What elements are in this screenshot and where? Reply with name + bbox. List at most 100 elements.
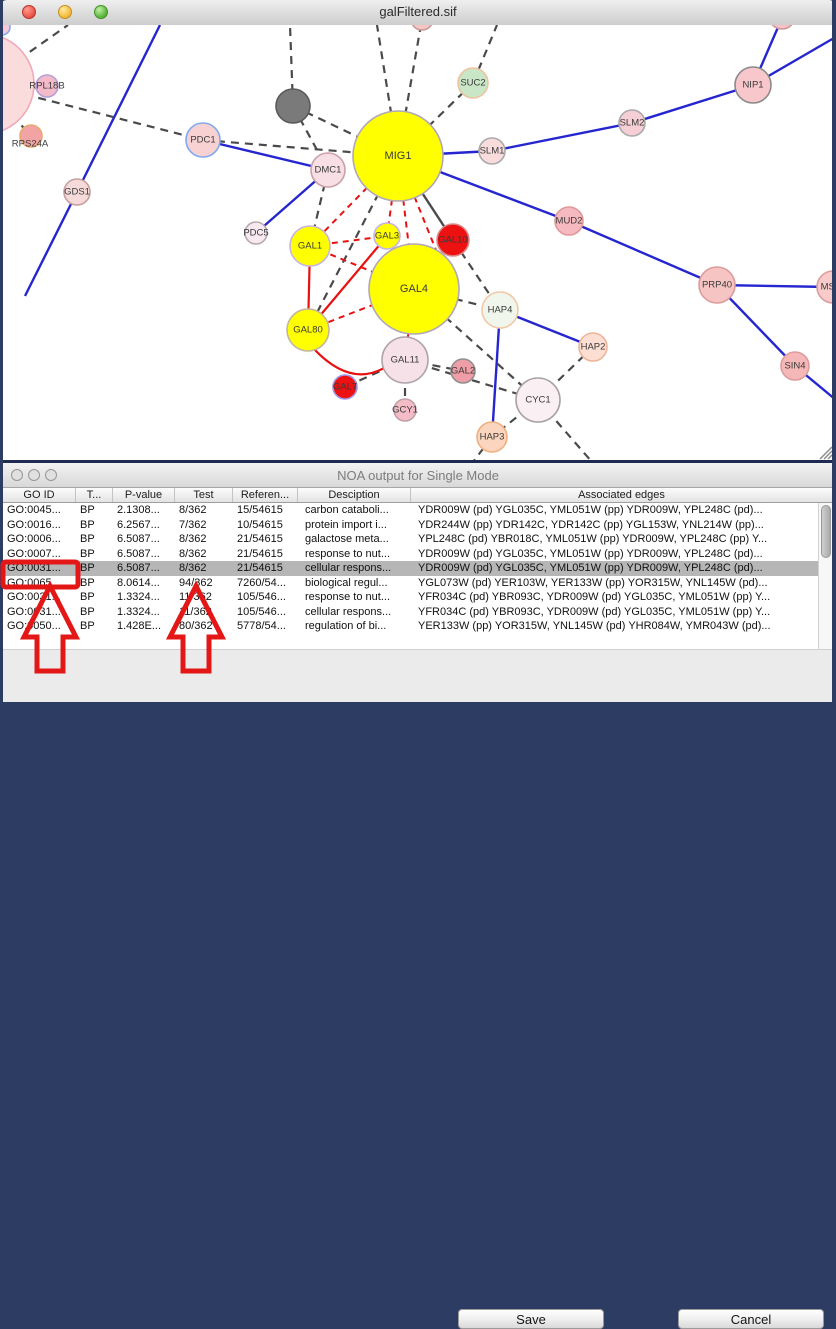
vertical-scrollbar[interactable]	[818, 503, 832, 649]
cell-test: 8/362	[175, 532, 233, 547]
resize-grip-line	[824, 451, 832, 459]
cancel-button[interactable]: Cancel	[678, 1309, 824, 1329]
cell-go_id: GO:0045...	[3, 503, 76, 518]
table-row[interactable]: GO:0031...BP1.3324...11/362105/546...res…	[3, 590, 818, 605]
cell-associated_edges: YFR034C (pd) YBR093C, YDR009W (pd) YGL03…	[411, 590, 818, 605]
cell-associated_edges: YDR244W (pp) YDR142C, YDR142C (pp) YGL15…	[411, 518, 818, 533]
network-graph: RPL18BRPS24AGDS1PDC1DMC1SUC2MIG1SLM1SLM2…	[0, 25, 836, 460]
node-gray-node[interactable]	[276, 89, 310, 123]
node-label-GDS1: GDS1	[64, 187, 90, 198]
scrollbar-thumb[interactable]	[821, 505, 831, 558]
node-label-PDC1: PDC1	[190, 135, 215, 146]
cell-associated_edges: YER133W (pp) YOR315W, YNL145W (pd) YHR08…	[411, 619, 818, 634]
save-button[interactable]: Save	[458, 1309, 604, 1329]
edge-blue	[492, 123, 632, 151]
node-label-GAL7: GAL7	[333, 382, 357, 393]
column-header-associated_edges[interactable]: Associated edges	[411, 488, 832, 502]
column-header-p_value[interactable]: P-value	[113, 488, 175, 502]
cell-description: regulation of bi...	[298, 619, 411, 634]
node-label-HAP4: HAP4	[488, 305, 513, 316]
cell-description: carbon cataboli...	[298, 503, 411, 518]
cell-go_id: GO:0006...	[3, 532, 76, 547]
cell-go_id: GO:0050...	[3, 619, 76, 634]
edge-blue	[25, 192, 77, 296]
cell-description: biological regul...	[298, 576, 411, 591]
node-label-SIN4: SIN4	[784, 361, 805, 372]
cell-associated_edges: YPL248C (pd) YBR018C, YML051W (pp) YDR00…	[411, 532, 818, 547]
table-row[interactable]: GO:0031...BP1.3324...11/362105/546...cel…	[3, 605, 818, 620]
cell-p_value: 6.5087...	[113, 561, 175, 576]
node-label-SLM1: SLM1	[480, 146, 505, 157]
table-row[interactable]: GO:0007...BP6.5087...8/36221/54615respon…	[3, 547, 818, 562]
cell-test: 8/362	[175, 503, 233, 518]
cell-associated_edges: YFR034C (pd) YBR093C, YDR009W (pd) YGL03…	[411, 605, 818, 620]
cell-test: 11/362	[175, 605, 233, 620]
table-row[interactable]: GO:0006...BP6.5087...8/36221/54615galact…	[3, 532, 818, 547]
node-label-GAL3: GAL3	[375, 231, 399, 242]
node-top-mid[interactable]	[411, 25, 433, 30]
table-row[interactable]: GO:0016...BP6.2567...7/36210/54615protei…	[3, 518, 818, 533]
table-row[interactable]: GO:0031...BP6.5087...8/36221/54615cellul…	[3, 561, 818, 576]
edge-blue	[632, 85, 753, 123]
cell-description: protein import i...	[298, 518, 411, 533]
node-label-GAL80: GAL80	[293, 325, 323, 336]
node-top-right[interactable]	[769, 25, 795, 29]
cell-type: BP	[76, 619, 113, 634]
table-row[interactable]: GO:0065...BP8.0614...94/3627260/54...bio…	[3, 576, 818, 591]
cell-go_id: GO:0031...	[3, 561, 76, 576]
cell-test: 94/362	[175, 576, 233, 591]
cell-reference: 21/54615	[233, 561, 298, 576]
node-label-HAP3: HAP3	[480, 432, 505, 443]
cell-type: BP	[76, 561, 113, 576]
cell-test: 8/362	[175, 547, 233, 562]
node-label-MSL1: MSL1	[821, 282, 836, 293]
node-label-PDC5: PDC5	[243, 228, 268, 239]
table-row[interactable]: GO:0045...BP2.1308...8/36215/54615carbon…	[3, 503, 818, 518]
cell-description: cellular respons...	[298, 561, 411, 576]
edge-blue	[492, 310, 500, 437]
node-label-GCY1: GCY1	[392, 405, 418, 416]
table-empty-area	[3, 634, 832, 649]
node-label-PRP40: PRP40	[702, 280, 732, 291]
network-canvas[interactable]: RPL18BRPS24AGDS1PDC1DMC1SUC2MIG1SLM1SLM2…	[0, 25, 836, 460]
noa-window-titlebar[interactable]: NOA output for Single Mode	[0, 463, 836, 488]
column-header-go_id[interactable]: GO ID	[3, 488, 76, 502]
node-label-SUC2: SUC2	[460, 78, 485, 89]
cell-p_value: 1.3324...	[113, 590, 175, 605]
cell-test: 8/362	[175, 561, 233, 576]
node-label-CYC1: CYC1	[525, 395, 550, 406]
edge-blue	[569, 221, 717, 285]
network-window-titlebar[interactable]: galFiltered.sif	[0, 0, 836, 26]
cell-associated_edges: YDR009W (pd) YGL035C, YML051W (pp) YDR00…	[411, 547, 818, 562]
cell-go_id: GO:0007...	[3, 547, 76, 562]
cell-type: BP	[76, 503, 113, 518]
table-row[interactable]: GO:0050...BP1.428E...80/3625778/54...reg…	[3, 619, 818, 634]
node-label-SLM2: SLM2	[620, 118, 645, 129]
node-label-NIP1: NIP1	[742, 80, 763, 91]
cell-type: BP	[76, 590, 113, 605]
cell-p_value: 1.3324...	[113, 605, 175, 620]
node-label-GAL11: GAL11	[391, 355, 420, 366]
cell-p_value: 2.1308...	[113, 503, 175, 518]
cell-type: BP	[76, 605, 113, 620]
button-panel: Save Cancel	[0, 649, 836, 702]
column-header-test[interactable]: Test	[175, 488, 233, 502]
cell-p_value: 6.5087...	[113, 547, 175, 562]
column-header-type[interactable]: T...	[76, 488, 113, 502]
node-label-DMC1: DMC1	[315, 165, 342, 176]
cell-reference: 7260/54...	[233, 576, 298, 591]
column-header-reference[interactable]: Referen...	[233, 488, 298, 502]
network-window-title: galFiltered.sif	[0, 4, 836, 19]
edge-blue	[77, 25, 160, 192]
cell-reference: 105/546...	[233, 590, 298, 605]
resize-grip-line	[828, 455, 832, 459]
cell-reference: 15/54615	[233, 503, 298, 518]
cell-reference: 21/54615	[233, 547, 298, 562]
cell-reference: 21/54615	[233, 532, 298, 547]
cell-type: BP	[76, 576, 113, 591]
node-label-GAL4: GAL4	[400, 283, 428, 295]
node-label-MUD2: MUD2	[556, 216, 583, 227]
column-header-description[interactable]: Desciption	[298, 488, 411, 502]
cell-p_value: 6.2567...	[113, 518, 175, 533]
node-corner-tl[interactable]	[0, 25, 10, 35]
